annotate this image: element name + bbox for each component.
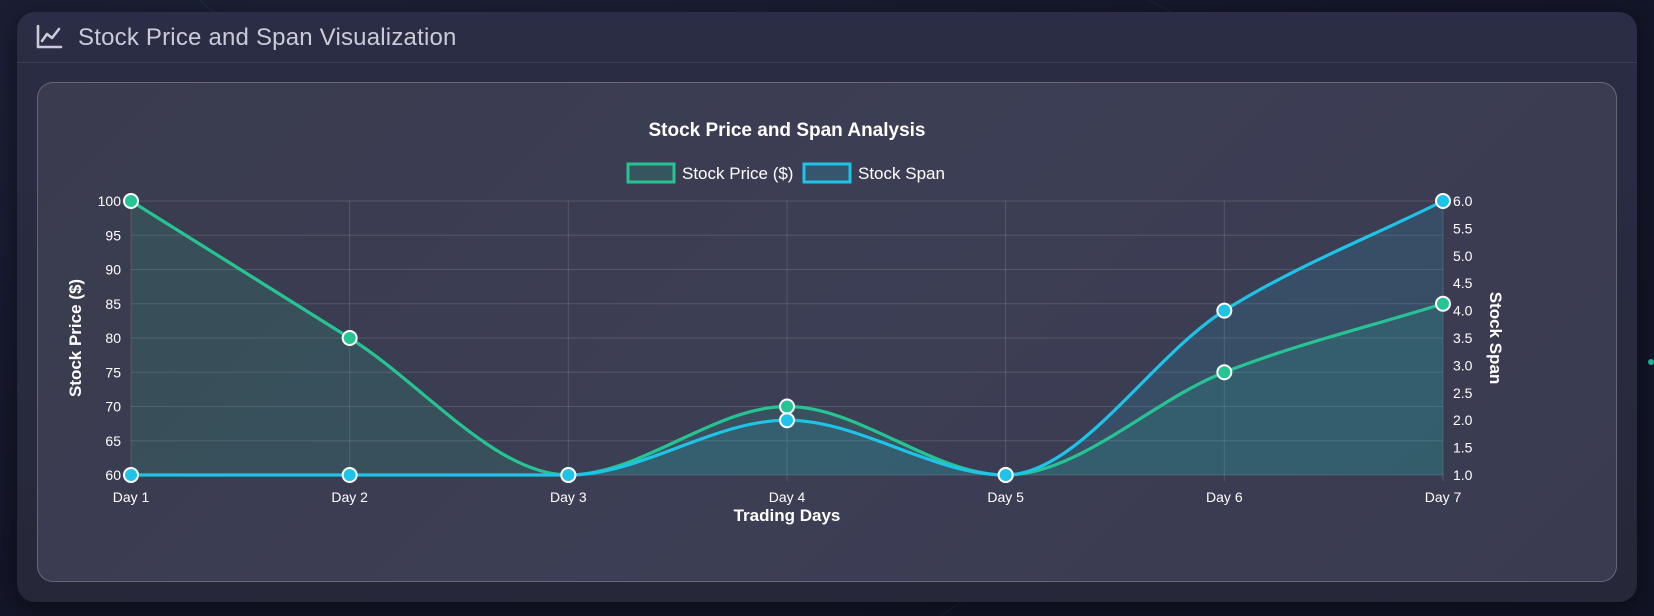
y-axis-title-left: Stock Price ($) <box>66 279 85 397</box>
y-tick-label-right: 1.0 <box>1453 467 1473 483</box>
y-tick-label-left: 90 <box>105 262 121 278</box>
point-price <box>123 193 139 209</box>
legend-label-span: Stock Span <box>858 164 945 183</box>
background-dot <box>1648 359 1654 365</box>
y-tick-label-left: 95 <box>105 227 121 243</box>
x-tick-label: Day 5 <box>987 489 1024 505</box>
point-span <box>123 467 139 483</box>
y-tick-label-right: 3.5 <box>1453 330 1473 346</box>
point-price <box>341 330 358 346</box>
y-tick-label-right: 2.5 <box>1453 385 1473 401</box>
y-tick-label-right: 2.0 <box>1453 412 1473 428</box>
x-tick-label: Day 1 <box>113 489 150 505</box>
point-span <box>779 412 795 429</box>
chart-title: Stock Price and Span Analysis <box>648 120 925 141</box>
legend: Stock Price ($) Stock Span <box>626 162 945 184</box>
y-tick-label-left: 65 <box>105 433 121 449</box>
y-tick-label-right: 4.5 <box>1453 275 1473 291</box>
y-tick-label-right: 3.0 <box>1453 357 1473 373</box>
point-price <box>1216 364 1233 381</box>
y-tick-label-right: 5.0 <box>1453 248 1473 264</box>
y-tick-label-left: 60 <box>105 467 121 483</box>
y-tick-label-right: 6.0 <box>1453 193 1473 209</box>
chart-panel: Stock Price and Span Visualization 100 95… <box>17 12 1637 602</box>
y-tick-label-right: 1.5 <box>1453 440 1473 456</box>
x-tick-label: Day 4 <box>769 489 806 505</box>
panel-title: Stock Price and Span Visualization <box>78 24 457 51</box>
line-chart-icon <box>36 24 63 49</box>
x-tick-label: Day 6 <box>1206 489 1243 505</box>
chart-card: 100 95 90 85 80 75 70 65 60 6.0 5.5 5.0 4.5 4.0 3.5 3.0… <box>37 82 1617 582</box>
x-tick-label: Day 7 <box>1425 489 1462 505</box>
point-price <box>779 398 795 415</box>
y-tick-label-right: 4.0 <box>1453 303 1473 319</box>
point-price <box>1435 295 1451 312</box>
y-tick-label-left: 80 <box>105 330 121 346</box>
legend-swatch-price <box>626 162 676 184</box>
y-tick-label-left: 70 <box>105 399 121 415</box>
x-tick-label: Day 3 <box>550 489 587 505</box>
panel-header: Stock Price and Span Visualization <box>17 12 1637 63</box>
x-axis-title: Trading Days <box>734 506 841 525</box>
y-tick-label-left: 100 <box>98 193 122 209</box>
point-span <box>1435 193 1451 209</box>
point-span <box>997 467 1014 483</box>
y-tick-label-right: 5.5 <box>1453 220 1473 236</box>
x-tick-label: Day 2 <box>331 489 368 505</box>
chart: 100 95 90 85 80 75 70 65 60 6.0 5.5 5.0 4.5 4.0 3.5 3.0… <box>66 120 1505 525</box>
y-axis-title-right: Stock Span <box>1486 292 1505 385</box>
point-span <box>1216 302 1233 319</box>
point-span <box>560 467 577 483</box>
legend-label-price: Stock Price ($) <box>682 164 793 183</box>
point-span <box>341 467 358 483</box>
legend-swatch-span <box>802 162 852 184</box>
y-tick-label-left: 85 <box>105 296 121 312</box>
y-tick-label-left: 75 <box>105 364 121 380</box>
